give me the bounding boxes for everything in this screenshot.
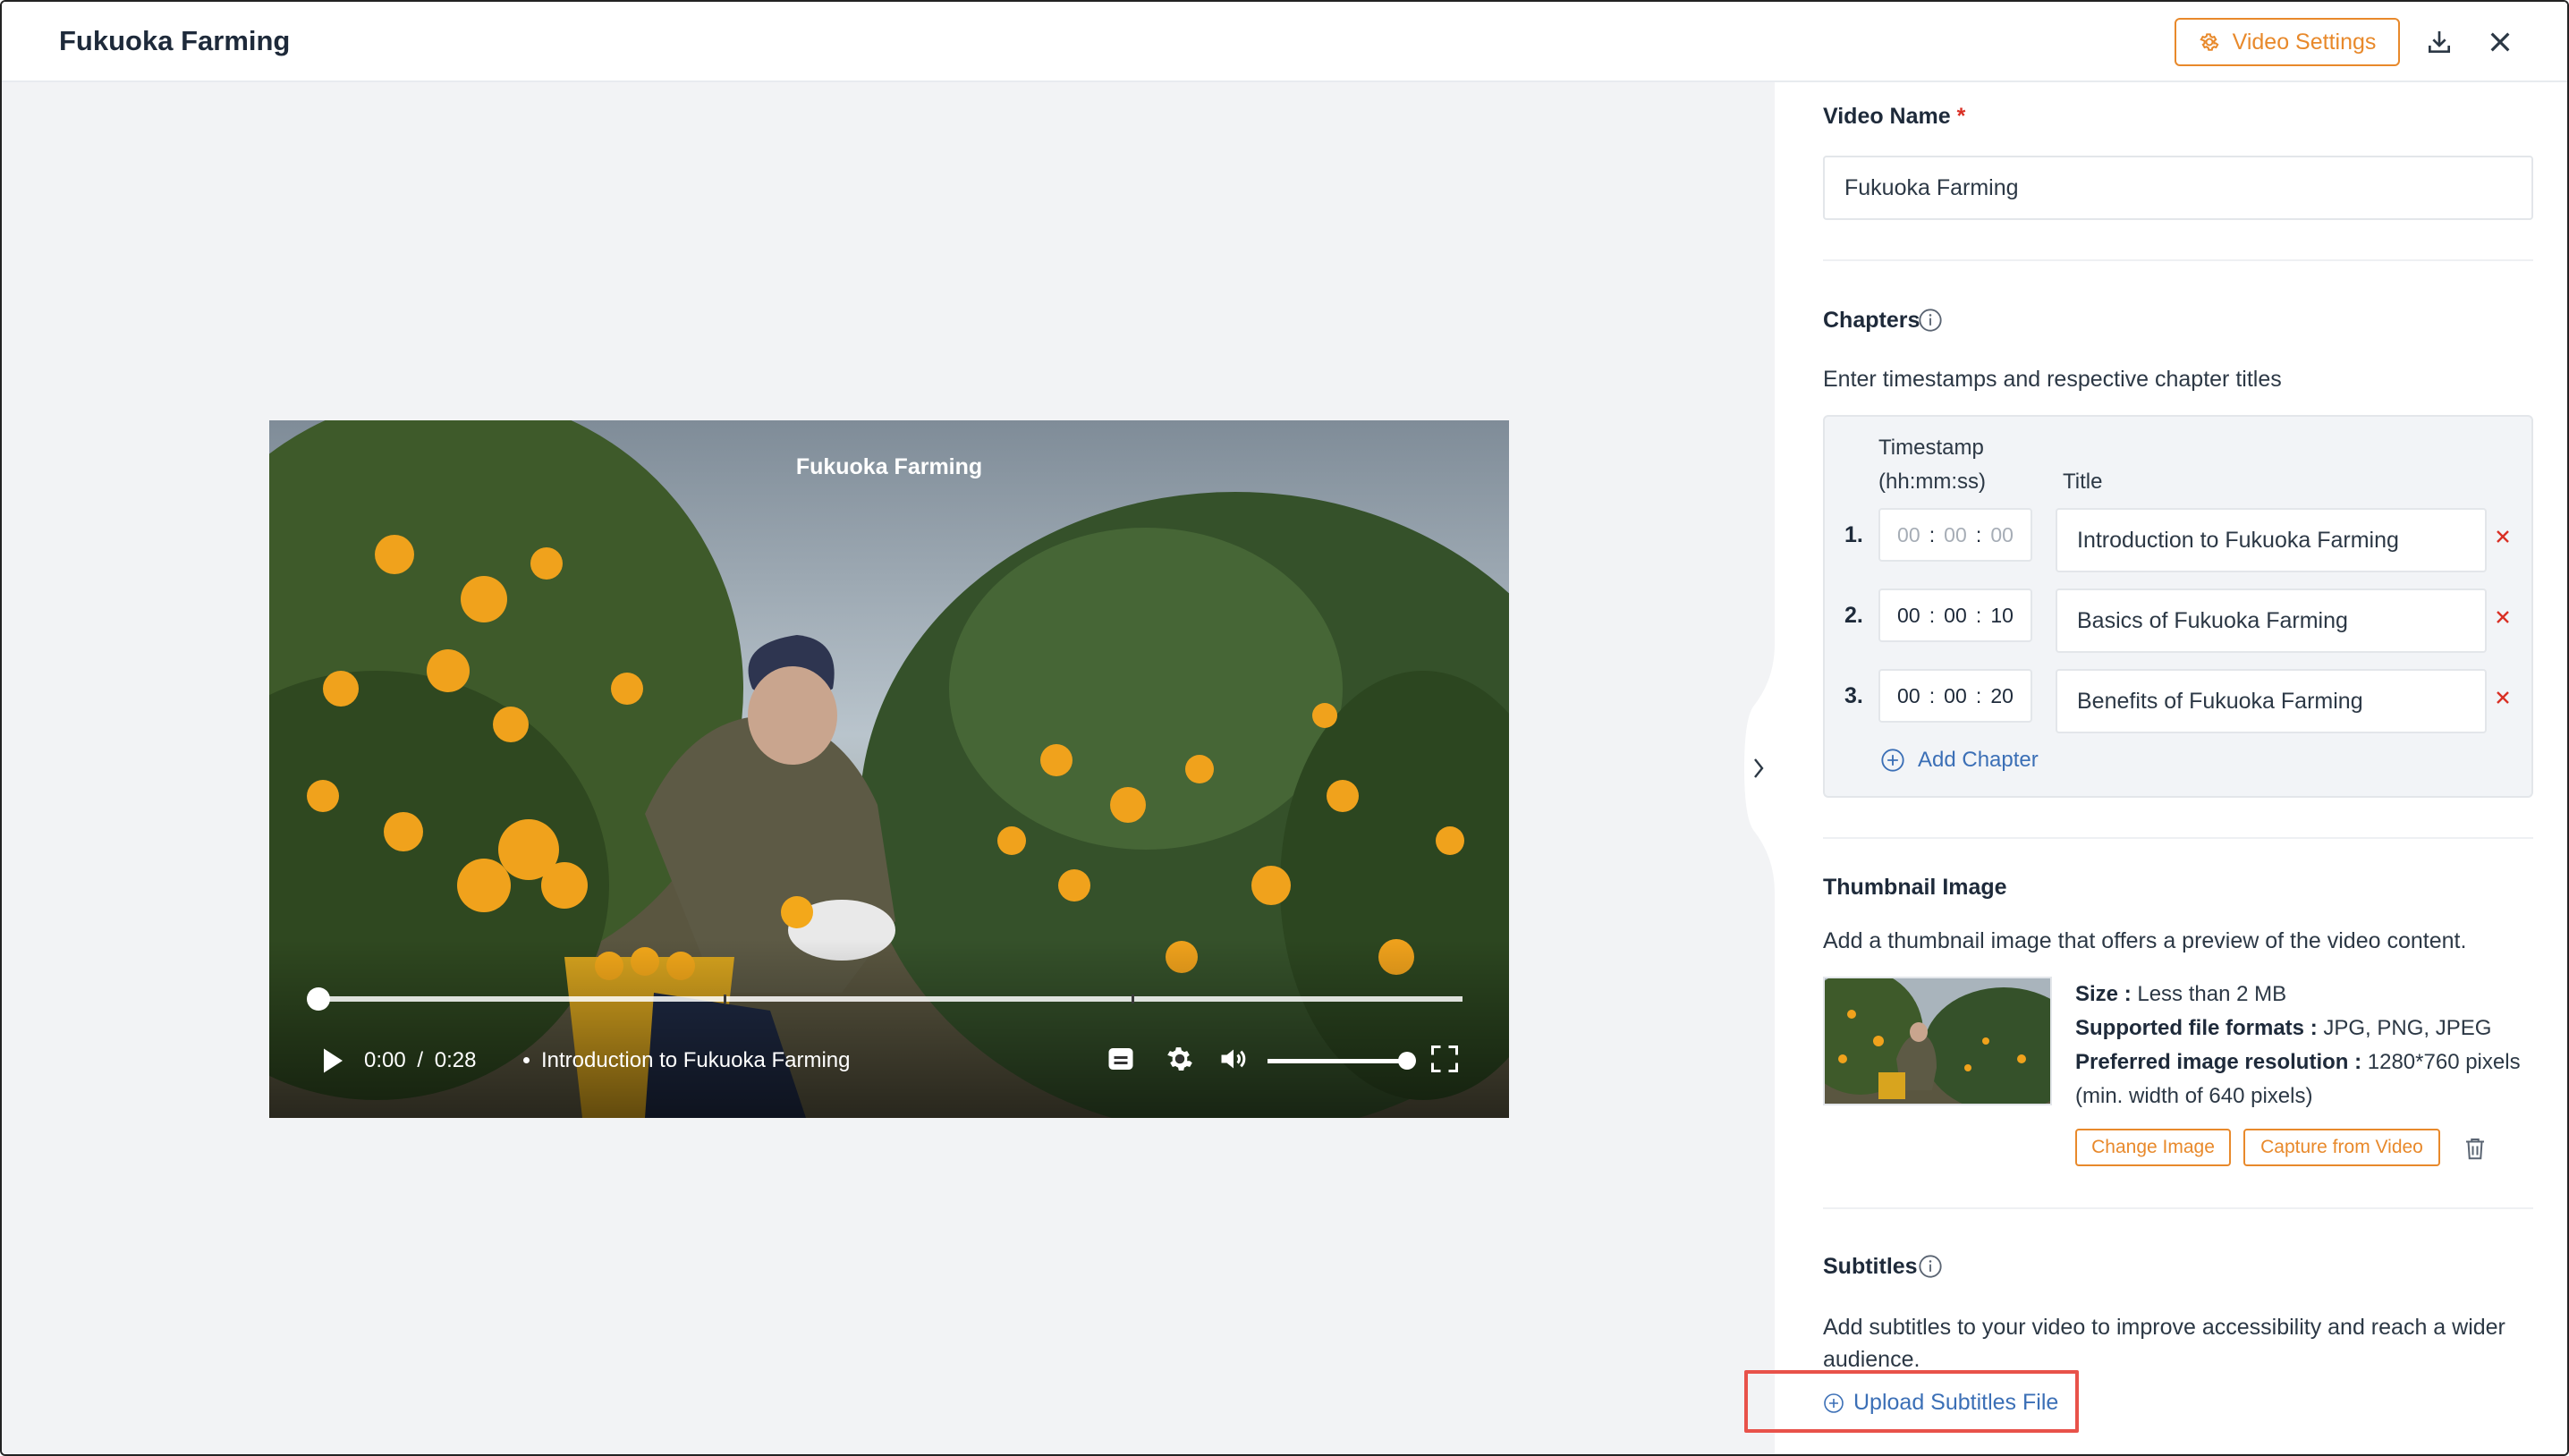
chapter-timestamp-input[interactable]: 00: 00: 10 bbox=[1878, 588, 2032, 642]
chapter-row-number: 1. bbox=[1844, 522, 1863, 547]
separator-dot bbox=[523, 1057, 530, 1063]
seek-handle[interactable] bbox=[307, 987, 330, 1011]
chapter-marker bbox=[1132, 995, 1134, 1003]
resolution-note: (min. width of 640 pixels) bbox=[2075, 1084, 2313, 1108]
volume-handle[interactable] bbox=[1398, 1052, 1416, 1070]
chapter-row-number: 2. bbox=[1844, 603, 1863, 628]
play-icon[interactable] bbox=[316, 1043, 348, 1079]
info-icon[interactable] bbox=[1918, 1254, 1943, 1279]
volume-slider[interactable] bbox=[1268, 1059, 1409, 1063]
thumbnail-label: Thumbnail Image bbox=[1823, 875, 2007, 900]
chapters-description: Enter timestamps and respective chapter … bbox=[1823, 367, 2282, 392]
minutes-field[interactable]: 00 bbox=[1944, 684, 1967, 708]
seconds-field[interactable]: 20 bbox=[1990, 684, 2014, 708]
duration: 0:28 bbox=[434, 1048, 477, 1072]
chapters-label: Chapters bbox=[1823, 308, 1920, 333]
highlight-box bbox=[1744, 1370, 2079, 1433]
resolution-info: Preferred image resolution : 1280*760 pi… bbox=[2075, 1046, 2521, 1079]
chapter-title-input[interactable]: Basics of Fukuoka Farming bbox=[2056, 588, 2487, 653]
hours-field[interactable]: 00 bbox=[1897, 523, 1920, 547]
video-overlay-title: Fukuoka Farming bbox=[795, 454, 983, 479]
chapter-title-input[interactable]: Introduction to Fukuoka Farming bbox=[2056, 508, 2487, 572]
plus-circle-icon bbox=[1881, 749, 1904, 772]
seconds-field[interactable]: 10 bbox=[1990, 604, 2014, 628]
gear-icon bbox=[2199, 33, 2219, 51]
time-separator: / bbox=[417, 1048, 424, 1072]
page-title: Fukuoka Farming bbox=[59, 25, 291, 56]
seconds-field[interactable]: 00 bbox=[1990, 523, 2014, 547]
thumbnail-description: Add a thumbnail image that offers a prev… bbox=[1823, 928, 2467, 953]
video-settings-button[interactable]: Video Settings bbox=[2175, 18, 2400, 66]
formats-key: Supported file formats : bbox=[2075, 1016, 2318, 1040]
minutes-field[interactable]: 00 bbox=[1944, 604, 1967, 628]
current-time: 0:00 bbox=[364, 1048, 406, 1072]
video-player[interactable]: Fukuoka Farming 0:00 / 0:28 Introduction… bbox=[269, 420, 1509, 1118]
chapter-marker bbox=[724, 995, 726, 1003]
controls-gradient bbox=[269, 939, 1509, 1118]
video-name-label: Video Name * bbox=[1823, 104, 1965, 130]
timestamp-header-line1: Timestamp bbox=[1878, 436, 1984, 460]
required-marker: * bbox=[1956, 104, 1966, 129]
settings-gear-icon[interactable] bbox=[1162, 1041, 1198, 1077]
formats-value: JPG, PNG, JPEG bbox=[2323, 1016, 2492, 1040]
timestamp-header-line2: (hh:mm:ss) bbox=[1878, 470, 1986, 494]
chapter-row-number: 3. bbox=[1844, 683, 1863, 708]
seek-bar[interactable] bbox=[307, 987, 1463, 1011]
chapter-title-input[interactable]: Benefits of Fukuoka Farming bbox=[2056, 669, 2487, 733]
fullscreen-icon[interactable] bbox=[1427, 1041, 1463, 1077]
capture-from-video-button[interactable]: Capture from Video bbox=[2243, 1129, 2440, 1166]
resolution-key: Preferred image resolution : bbox=[2075, 1050, 2362, 1074]
chapter-timestamp-input[interactable]: 00: 00: 20 bbox=[1878, 669, 2032, 723]
remove-chapter-icon[interactable] bbox=[2492, 687, 2514, 708]
current-chapter-label: Introduction to Fukuoka Farming bbox=[541, 1048, 851, 1072]
subtitles-description: Add subtitles to your video to improve a… bbox=[1823, 1315, 2505, 1372]
remove-chapter-icon[interactable] bbox=[2492, 606, 2514, 628]
video-name-label-text: Video Name bbox=[1823, 104, 1951, 129]
hours-field[interactable]: 00 bbox=[1897, 684, 1920, 708]
divider bbox=[1823, 1207, 2533, 1209]
top-bar: Fukuoka Farming Video Settings bbox=[2, 2, 2567, 82]
video-stage: Fukuoka Farming 0:00 / 0:28 Introduction… bbox=[2, 82, 1775, 1454]
thumbnail-image bbox=[1825, 978, 2050, 1104]
size-value: Less than 2 MB bbox=[2137, 982, 2287, 1006]
captions-icon[interactable] bbox=[1103, 1041, 1139, 1077]
app-window: Fukuoka Farming Video Settings Fukuoka F… bbox=[0, 0, 2569, 1456]
video-settings-label: Video Settings bbox=[2232, 29, 2377, 55]
close-icon[interactable] bbox=[2483, 25, 2517, 59]
hours-field[interactable]: 00 bbox=[1897, 604, 1920, 628]
info-icon[interactable] bbox=[1918, 308, 1943, 333]
player-controls: 0:00 / 0:28 Introduction to Fukuoka Farm… bbox=[316, 1039, 1470, 1084]
time-display: 0:00 / 0:28 bbox=[364, 1048, 476, 1073]
size-key: Size : bbox=[2075, 982, 2132, 1006]
add-chapter-button[interactable]: Add Chapter bbox=[1880, 748, 2039, 773]
minutes-field[interactable]: 00 bbox=[1944, 523, 1967, 547]
resolution-value: 1280*760 pixels bbox=[2367, 1050, 2521, 1074]
chapter-timestamp-input[interactable]: 00: 00: 00 bbox=[1878, 508, 2032, 562]
timestamp-column-header: Timestamp (hh:mm:ss) bbox=[1878, 431, 1986, 499]
download-icon[interactable] bbox=[2422, 25, 2456, 59]
remove-chapter-icon[interactable] bbox=[2492, 526, 2514, 547]
subtitles-label: Subtitles bbox=[1823, 1254, 1918, 1279]
thumbnail-preview bbox=[1823, 977, 2052, 1105]
add-chapter-label: Add Chapter bbox=[1918, 748, 2039, 772]
trash-icon[interactable] bbox=[2462, 1134, 2488, 1163]
size-info: Size : Less than 2 MB bbox=[2075, 978, 2286, 1011]
volume-icon[interactable] bbox=[1216, 1041, 1251, 1077]
change-image-button[interactable]: Change Image bbox=[2075, 1129, 2231, 1166]
divider bbox=[1823, 837, 2533, 839]
video-name-input[interactable]: Fukuoka Farming bbox=[1823, 156, 2533, 220]
title-column-header: Title bbox=[2063, 470, 2103, 494]
formats-info: Supported file formats : JPG, PNG, JPEG bbox=[2075, 1012, 2491, 1045]
divider bbox=[1823, 259, 2533, 261]
